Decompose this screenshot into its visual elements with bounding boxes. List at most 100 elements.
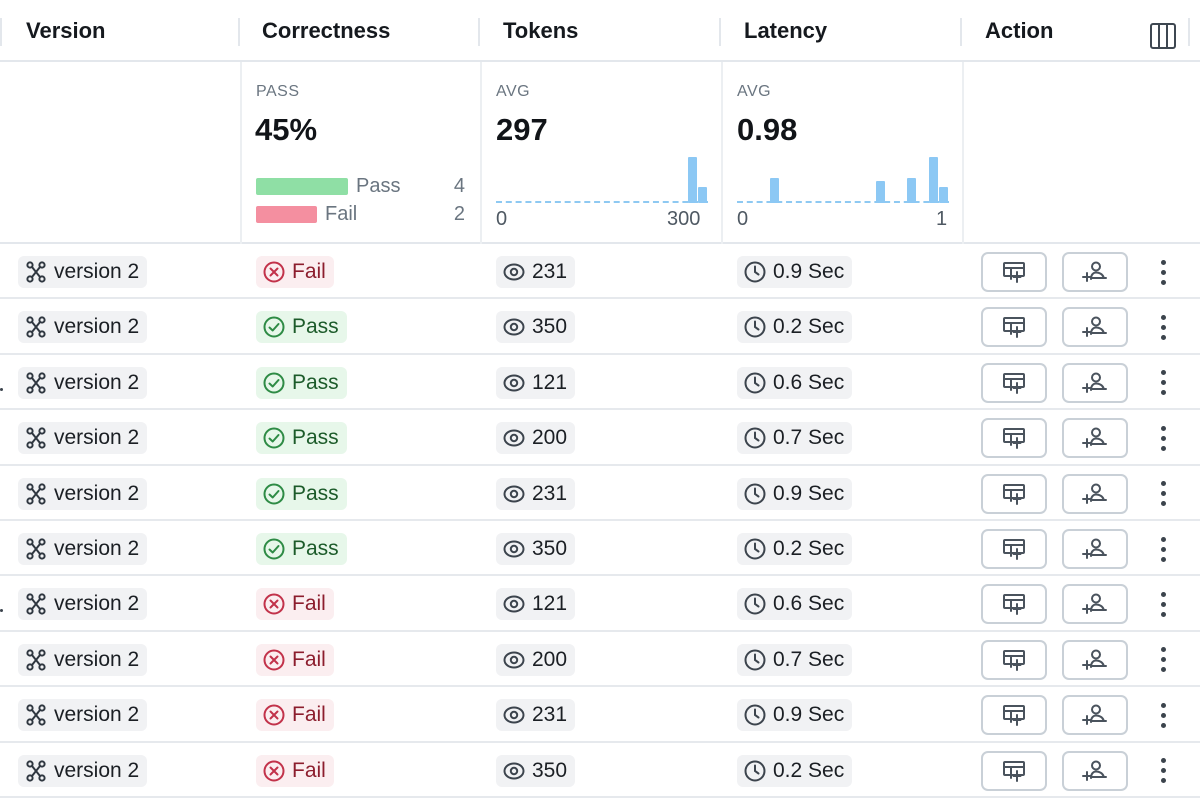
check-circle-icon [262, 371, 292, 395]
header-action: Action [985, 18, 1054, 43]
more-vertical-icon[interactable] [1153, 478, 1173, 510]
version-icon [24, 592, 54, 616]
table-row[interactable]: version 2 Pass 350 0.2 Sec [0, 521, 1200, 577]
correctness-label: Pass [292, 315, 339, 339]
version-label: version 2 [54, 537, 140, 560]
assign-user-button[interactable] [1062, 418, 1128, 459]
assign-user-button[interactable] [1062, 584, 1128, 625]
version-tag[interactable]: version 2 [18, 588, 148, 621]
add-to-dataset-button[interactable] [981, 639, 1047, 680]
assign-user-button[interactable] [1062, 695, 1128, 736]
header-separator[interactable] [719, 18, 721, 46]
table-row[interactable]: version 2 Pass 231 0.9 Sec [0, 466, 1200, 521]
more-vertical-icon[interactable] [1153, 256, 1173, 288]
assign-user-button[interactable] [1062, 639, 1128, 680]
header-separator[interactable] [478, 18, 480, 46]
more-vertical-icon[interactable] [1153, 367, 1173, 399]
table-row[interactable]: version 2 Pass 121 0.6 Sec [0, 355, 1200, 411]
assign-user-icon [1082, 591, 1108, 617]
latency-badge: 0.2 Sec [737, 754, 853, 787]
check-circle-icon [262, 426, 292, 450]
more-vertical-icon[interactable] [1153, 533, 1173, 565]
clock-icon [743, 648, 773, 672]
version-tag[interactable]: version 2 [18, 643, 148, 676]
add-to-dataset-button[interactable] [981, 473, 1047, 514]
tokens-axis-min: 0 [496, 208, 508, 230]
version-tag[interactable]: version 2 [18, 311, 148, 344]
add-to-dataset-button[interactable] [981, 529, 1047, 569]
header-latency[interactable]: Latency [744, 0, 827, 62]
header-separator [1188, 18, 1190, 46]
add-to-dataset-icon [1001, 647, 1027, 673]
eye-icon [502, 592, 532, 616]
tokens-value: 200 [532, 426, 568, 450]
version-tag[interactable]: version 2 [18, 477, 148, 510]
table-row[interactable]: version 2 Fail 200 0.7 Sec [0, 632, 1200, 688]
header-separator[interactable] [960, 18, 962, 46]
more-vertical-icon[interactable] [1153, 588, 1173, 620]
correctness-stat-label: PASS [256, 83, 300, 100]
version-tag[interactable]: version 2 [18, 754, 148, 787]
table-row[interactable]: version 2 Fail 231 0.9 Sec [0, 244, 1200, 300]
table-row[interactable]: version 2 Pass 200 0.7 Sec [0, 410, 1200, 466]
version-tag[interactable]: version 2 [18, 533, 148, 565]
version-tag[interactable]: version 2 [18, 699, 148, 732]
eye-icon [502, 260, 532, 284]
add-to-dataset-button[interactable] [981, 695, 1047, 736]
more-vertical-icon[interactable] [1153, 644, 1173, 676]
correctness-badge: Fail [256, 256, 334, 288]
assign-user-button[interactable] [1062, 529, 1128, 569]
histogram-bar [769, 177, 779, 203]
version-label: version 2 [54, 481, 140, 505]
assign-user-button[interactable] [1062, 307, 1128, 348]
more-vertical-icon[interactable] [1153, 755, 1173, 787]
add-to-dataset-button[interactable] [981, 418, 1047, 459]
assign-user-button[interactable] [1062, 473, 1128, 514]
eye-icon [502, 315, 532, 339]
tokens-badge: 231 [496, 477, 576, 510]
add-to-dataset-icon [1001, 758, 1027, 784]
version-tag[interactable]: version 2 [18, 256, 148, 288]
table-row[interactable]: version 2 Fail 121 0.6 Sec [0, 576, 1200, 632]
check-circle-icon [262, 537, 292, 561]
tokens-value: 350 [532, 758, 568, 782]
more-vertical-icon[interactable] [1153, 311, 1173, 343]
histogram-bar [907, 177, 917, 203]
tokens-badge: 231 [496, 699, 576, 732]
add-to-dataset-button[interactable] [981, 307, 1047, 348]
table-row[interactable]: version 2 Fail 231 0.9 Sec [0, 687, 1200, 743]
summary-row [0, 62, 1200, 244]
assign-user-icon [1082, 481, 1108, 507]
header-version[interactable]: Version [26, 0, 105, 62]
latency-badge: 0.6 Sec [737, 588, 853, 621]
header-tokens[interactable]: Tokens [503, 0, 578, 62]
assign-user-button[interactable] [1062, 362, 1128, 403]
more-vertical-icon[interactable] [1153, 422, 1173, 454]
version-tag[interactable]: version 2 [18, 366, 148, 399]
add-to-dataset-button[interactable] [981, 362, 1047, 403]
latency-value: 0.2 Sec [773, 758, 845, 782]
latency-value: 0.7 Sec [773, 426, 845, 450]
assign-user-button[interactable] [1062, 750, 1128, 791]
latency-axis-min: 0 [737, 208, 749, 230]
correctness-badge: Pass [256, 311, 347, 344]
clock-icon [743, 260, 773, 284]
add-to-dataset-button[interactable] [981, 252, 1047, 292]
version-tag[interactable]: version 2 [18, 422, 148, 455]
header-correctness[interactable]: Correctness [262, 0, 390, 62]
assign-user-button[interactable] [1062, 252, 1128, 292]
assign-user-icon [1082, 536, 1108, 562]
table-row[interactable]: version 2 Pass 350 0.2 Sec [0, 299, 1200, 355]
eye-icon [502, 482, 532, 506]
correctness-badge: Pass [256, 366, 347, 399]
columns-icon[interactable] [1150, 23, 1176, 49]
version-icon [24, 371, 54, 395]
assign-user-icon [1082, 647, 1108, 673]
header-separator[interactable] [238, 18, 240, 46]
correctness-label: Fail [292, 260, 326, 283]
more-vertical-icon[interactable] [1153, 699, 1173, 731]
add-to-dataset-button[interactable] [981, 584, 1047, 625]
tokens-value: 231 [532, 260, 568, 283]
table-row[interactable]: version 2 Fail 350 0.2 Sec [0, 743, 1200, 798]
add-to-dataset-button[interactable] [981, 750, 1047, 791]
